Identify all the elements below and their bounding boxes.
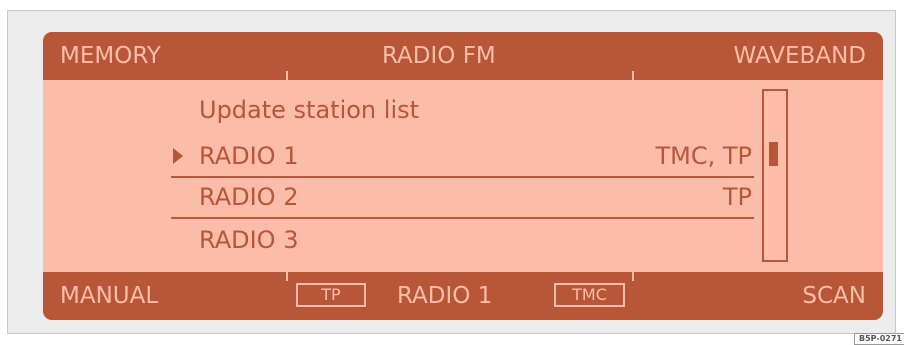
figure-code: B5P-0271 [854,333,904,345]
station-name[interactable]: RADIO 1 [199,140,298,172]
station-tags: TP [722,183,752,211]
list-divider [171,176,754,178]
triangle-right-icon [173,148,183,164]
station-name[interactable]: RADIO 2 [199,181,298,213]
softkey-divider [632,71,634,80]
list-divider [171,217,754,219]
station-tags: TMC, TP [655,142,752,170]
tp-badge: TP [296,283,366,307]
tmc-badge: TMC [554,283,625,307]
bottom-softkey-bar: MANUAL TP RADIO 1 TMC SCAN [43,272,883,320]
softkey-divider [286,272,288,281]
softkey-divider [286,71,288,80]
memory-softkey[interactable]: MEMORY [60,32,161,80]
station-list: Update station list RADIO 1 TMC, TP RADI… [43,80,883,272]
scan-softkey[interactable]: SCAN [802,272,866,320]
update-station-list-item[interactable]: Update station list [199,94,419,126]
manual-softkey[interactable]: MANUAL [60,272,158,320]
radio-mode-softkey[interactable]: RADIO FM [382,32,496,80]
scrollbar[interactable] [762,89,788,262]
station-name[interactable]: RADIO 3 [199,224,298,256]
softkey-divider [632,272,634,281]
radio-display: MEMORY RADIO FM WAVEBAND Update station … [43,32,883,320]
scrollbar-thumb[interactable] [769,142,778,166]
current-station-label: RADIO 1 [397,283,493,309]
top-softkey-bar: MEMORY RADIO FM WAVEBAND [43,32,883,80]
waveband-softkey[interactable]: WAVEBAND [734,32,866,80]
